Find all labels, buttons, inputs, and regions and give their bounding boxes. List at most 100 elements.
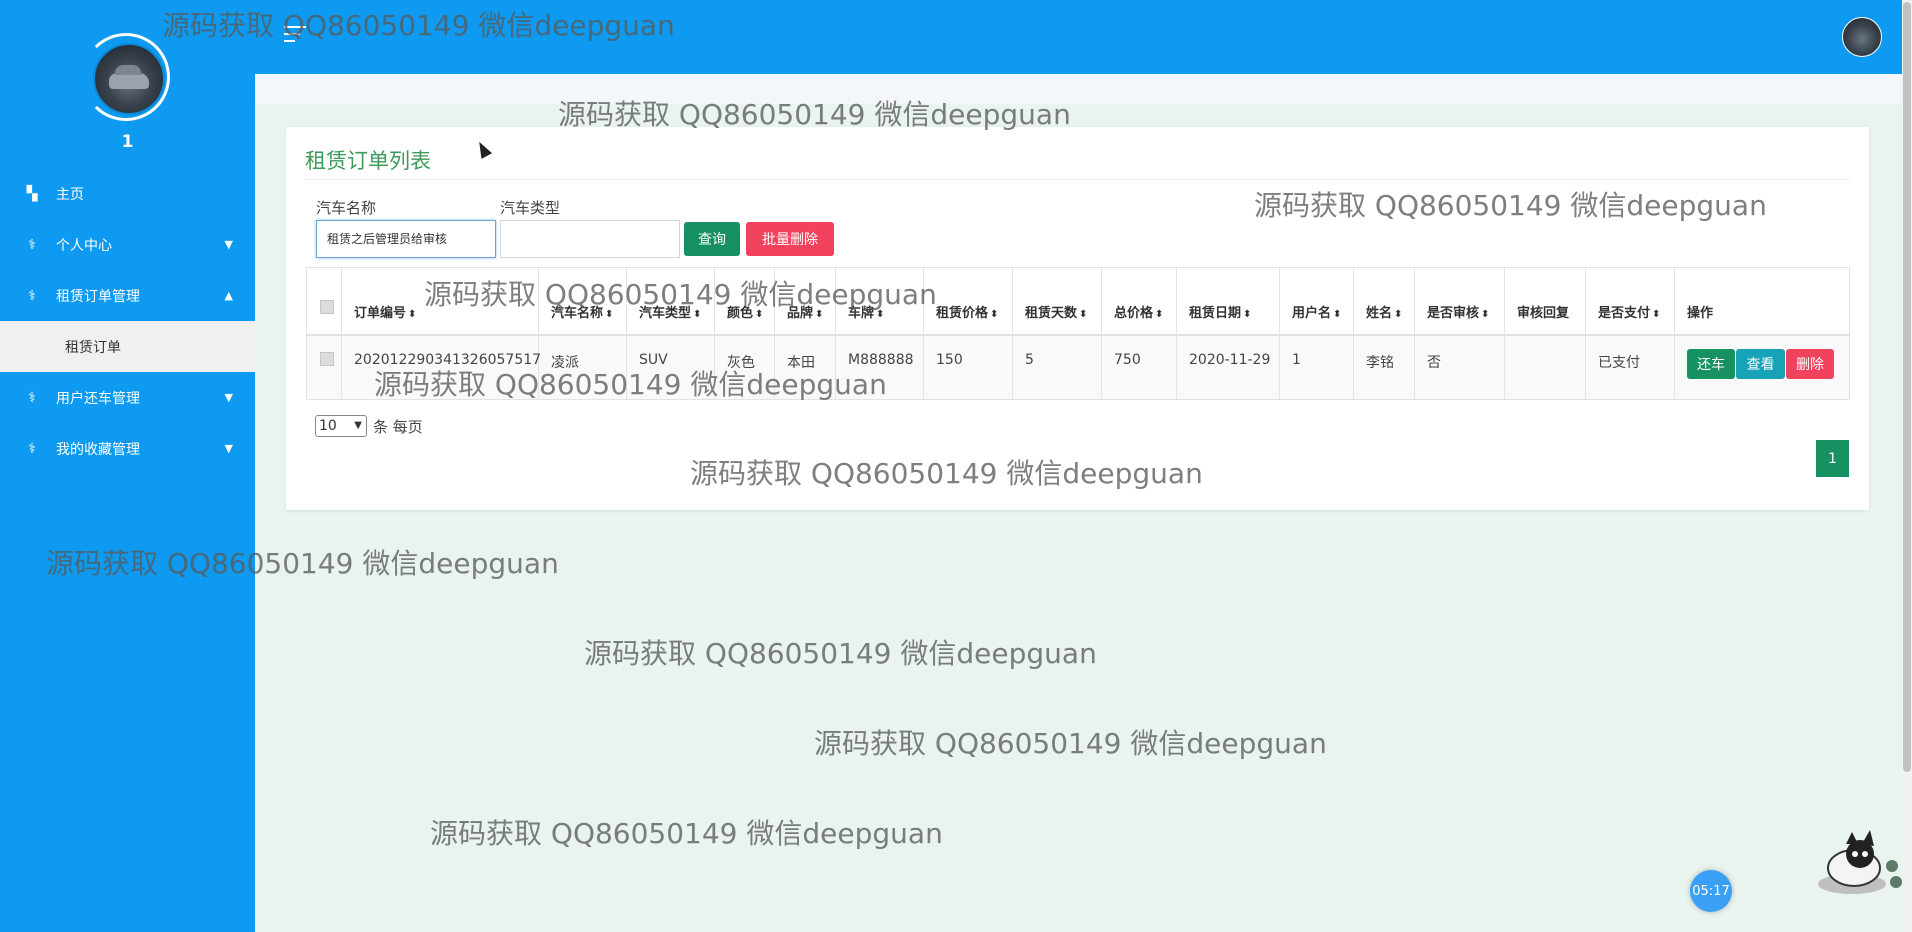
select-all-cell	[307, 268, 342, 334]
sort-icon: ⬍	[1155, 309, 1164, 320]
order-list-card: 租赁订单列表 汽车名称 租赁之后管理员给审核 汽车类型 查询 批量删除 订单编号…	[286, 127, 1869, 510]
sort-icon: ⬍	[1481, 309, 1490, 320]
sidebar-menu: ▚ 主页 ⚕ 个人中心 ▼ ⚕ 租赁订单管理 ▲ 租赁订单 ⚕ 用户还车管理 ▼…	[0, 168, 255, 474]
sidebar-item-label: 租赁订单管理	[56, 288, 140, 305]
sidebar-item-favorites-management[interactable]: ⚕ 我的收藏管理 ▼	[0, 423, 255, 474]
column-header[interactable]: 汽车名称 ⬍	[539, 268, 627, 334]
view-button[interactable]: 查看	[1736, 349, 1785, 379]
sidebar-item-label: 我的收藏管理	[56, 441, 140, 458]
stethoscope-icon: ⚕	[28, 236, 36, 253]
watermark-text: 源码获取 QQ86050149 微信deepguan	[430, 817, 943, 850]
cell-reviewed: 否	[1415, 336, 1505, 399]
mascot-cat-icon[interactable]	[1812, 826, 1902, 896]
sort-icon: ⬍	[1243, 309, 1252, 320]
column-header[interactable]: 品牌 ⬍	[775, 268, 836, 334]
query-button[interactable]: 查询	[684, 222, 740, 256]
select-all-checkbox[interactable]	[320, 300, 334, 314]
column-header[interactable]: 颜色 ⬍	[715, 268, 775, 334]
chevron-down-icon: ▼	[224, 391, 233, 404]
sidebar-item-return-management[interactable]: ⚕ 用户还车管理 ▼	[0, 372, 255, 423]
cell-car-type: SUV	[627, 336, 715, 399]
column-header[interactable]: 用户名 ⬍	[1280, 268, 1354, 334]
cell-brand: 本田	[775, 336, 836, 399]
timer-badge[interactable]: 05:17	[1690, 870, 1732, 912]
sidebar-subitem-rental-orders[interactable]: 租赁订单	[0, 321, 255, 372]
sort-icon: ⬍	[693, 309, 702, 320]
chevron-up-icon: ▲	[224, 289, 233, 302]
home-icon: ▚	[26, 185, 38, 202]
per-page-select[interactable]: 10 ▼	[315, 415, 367, 437]
cell-plate: M888888	[836, 336, 924, 399]
car-name-input[interactable]: 租赁之后管理员给审核	[316, 220, 496, 258]
chevron-down-icon: ▼	[224, 238, 233, 251]
chevron-down-icon: ▼	[354, 420, 362, 431]
column-header[interactable]: 姓名 ⬍	[1354, 268, 1415, 334]
car-type-label: 汽车类型	[500, 199, 561, 217]
delete-button[interactable]: 删除	[1786, 349, 1834, 379]
sidebar-item-label: 用户还车管理	[56, 390, 140, 407]
user-avatar-icon[interactable]	[1842, 17, 1882, 57]
sort-icon: ⬍	[1333, 309, 1342, 320]
sort-icon: ⬍	[815, 309, 824, 320]
cell-paid: 已支付	[1586, 336, 1675, 399]
column-header[interactable]: 租赁日期 ⬍	[1177, 268, 1280, 334]
car-type-input[interactable]	[500, 220, 680, 258]
column-header[interactable]: 总价格 ⬍	[1102, 268, 1177, 334]
chevron-down-icon: ▼	[224, 442, 233, 455]
sort-icon: ⬍	[408, 309, 417, 320]
page-title: 租赁订单列表	[305, 149, 431, 173]
sidebar-subitem-label: 租赁订单	[65, 339, 121, 356]
sort-icon: ⬍	[605, 309, 614, 320]
table-row: 202012290341326057517 凌派 SUV 灰色 本田 M8888…	[307, 336, 1849, 399]
column-header[interactable]: 是否支付 ⬍	[1586, 268, 1675, 334]
cell-rental-date: 2020-11-29	[1177, 336, 1280, 399]
avatar[interactable]	[93, 43, 165, 115]
sort-icon: ⬍	[990, 309, 999, 320]
table-header-row: 订单编号 ⬍ 汽车名称 ⬍ 汽车类型 ⬍ 颜色 ⬍ 品牌 ⬍ 车牌 ⬍ 租赁价格 ⬍ 租赁天数…	[307, 268, 1849, 336]
cell-order-id: 202012290341326057517	[342, 336, 541, 399]
scrollbar[interactable]	[1902, 0, 1912, 932]
top-bar	[255, 0, 1902, 74]
stethoscope-icon: ⚕	[28, 389, 36, 406]
per-page-text: 条 每页	[373, 418, 423, 436]
sort-icon: ⬍	[755, 309, 764, 320]
sort-icon: ⬍	[1394, 309, 1403, 320]
return-car-button[interactable]: 还车	[1687, 349, 1735, 379]
sidebar-item-label: 个人中心	[56, 237, 112, 254]
column-header[interactable]: 汽车类型 ⬍	[627, 268, 715, 334]
column-header: 审核回复	[1505, 268, 1586, 334]
row-select-cell	[307, 336, 342, 399]
hamburger-icon[interactable]	[284, 26, 306, 47]
sidebar-item-rental-order-management[interactable]: ⚕ 租赁订单管理 ▲	[0, 270, 255, 321]
watermark-text: 源码获取 QQ86050149 微信deepguan	[814, 727, 1327, 760]
sidebar: 1 ▚ 主页 ⚕ 个人中心 ▼ ⚕ 租赁订单管理 ▲ 租赁订单 ⚕ 用户还车管理…	[0, 0, 255, 932]
column-header[interactable]: 是否审核 ⬍	[1415, 268, 1505, 334]
cell-actions: 还车 查看 删除	[1675, 336, 1849, 399]
column-header[interactable]: 租赁价格 ⬍	[924, 268, 1013, 334]
content-top-strip	[255, 74, 1902, 104]
cell-total-price: 750	[1102, 336, 1177, 399]
watermark-text: 源码获取 QQ86050149 微信deepguan	[584, 637, 1097, 670]
scrollbar-thumb[interactable]	[1903, 2, 1911, 772]
batch-delete-button[interactable]: 批量删除	[746, 222, 834, 256]
sidebar-item-personal-center[interactable]: ⚕ 个人中心 ▼	[0, 219, 255, 270]
orders-table: 订单编号 ⬍ 汽车名称 ⬍ 汽车类型 ⬍ 颜色 ⬍ 品牌 ⬍ 车牌 ⬍ 租赁价格 ⬍ 租赁天数…	[306, 267, 1850, 400]
sidebar-item-label: 主页	[56, 186, 84, 203]
column-header[interactable]: 租赁天数 ⬍	[1013, 268, 1102, 334]
cell-rental-days: 5	[1013, 336, 1102, 399]
stethoscope-icon: ⚕	[28, 440, 36, 457]
cell-review-reply	[1505, 336, 1586, 399]
car-name-label: 汽车名称	[316, 199, 377, 217]
sort-icon: ⬍	[876, 309, 885, 320]
row-checkbox[interactable]	[320, 352, 334, 366]
cell-rental-price: 150	[924, 336, 1013, 399]
sort-icon: ⬍	[1079, 309, 1088, 320]
column-header[interactable]: 车牌 ⬍	[836, 268, 924, 334]
cell-car-name: 凌派	[539, 336, 627, 399]
page-button[interactable]: 1	[1816, 440, 1849, 477]
user-number: 1	[121, 132, 134, 152]
column-header: 操作	[1687, 306, 1714, 321]
cell-color: 灰色	[715, 336, 775, 399]
column-header[interactable]: 订单编号 ⬍	[342, 268, 539, 334]
sidebar-item-home[interactable]: ▚ 主页	[0, 168, 255, 219]
